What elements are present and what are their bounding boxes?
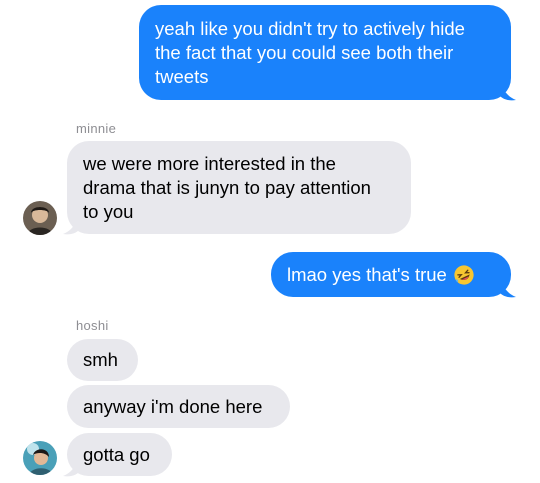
message-line: drama that is junyn to pay attention	[83, 177, 371, 198]
message-text: lmao yes that's true	[287, 263, 447, 285]
message-line: the fact that you could see both their	[155, 42, 454, 63]
message-text: we were more interested in the drama tha…	[83, 152, 371, 224]
person-avatar-icon	[23, 441, 57, 475]
message-text: yeah like you didn't try to actively hid…	[155, 17, 465, 89]
outgoing-bubble-tail	[500, 80, 516, 101]
outgoing-message-bubble[interactable]: lmao yes that's true	[271, 252, 511, 297]
incoming-message-bubble[interactable]: smh	[67, 339, 138, 381]
message-text: anyway i'm done here	[83, 395, 263, 417]
incoming-bubble-tail	[63, 214, 79, 235]
avatar[interactable]	[23, 201, 57, 235]
message-line: yeah like you didn't try to actively hid…	[155, 18, 465, 39]
incoming-message-bubble[interactable]: we were more interested in the drama tha…	[67, 141, 411, 234]
sender-name: minnie	[76, 121, 117, 136]
message-text: smh	[83, 349, 118, 370]
incoming-message-bubble[interactable]: anyway i'm done here	[67, 385, 290, 428]
message-line: to you	[83, 201, 134, 222]
incoming-bubble-tail	[63, 456, 79, 477]
message-text: gotta go	[83, 443, 150, 465]
sender-name: hoshi	[76, 318, 109, 333]
outgoing-message-bubble[interactable]: yeah like you didn't try to actively hid…	[139, 5, 511, 100]
rolling-on-floor-laughing-emoji-icon	[454, 264, 474, 285]
message-line: tweets	[155, 66, 209, 87]
outgoing-bubble-tail	[500, 277, 516, 298]
incoming-message-bubble[interactable]: gotta go	[67, 433, 172, 476]
message-line: we were more interested in the	[83, 153, 336, 174]
avatar[interactable]	[23, 441, 57, 475]
person-avatar-icon	[23, 201, 57, 235]
